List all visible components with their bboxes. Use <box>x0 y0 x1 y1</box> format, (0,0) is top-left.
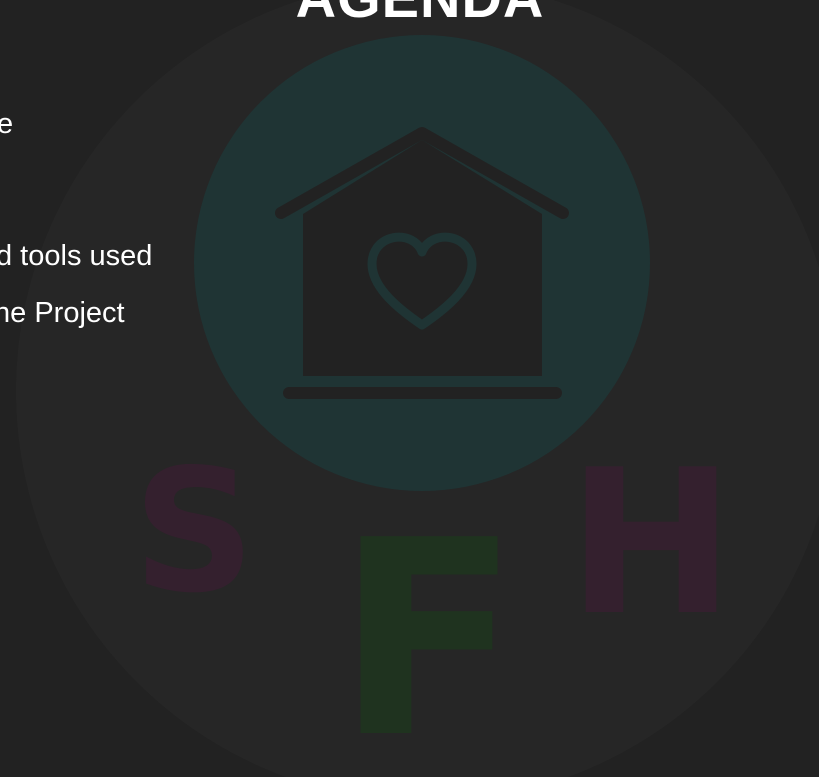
agenda-item: d tools used <box>0 240 153 272</box>
agenda-item: e <box>0 108 14 140</box>
slide-title: AGENDA <box>190 0 650 30</box>
logo-letter-f: F <box>336 482 520 777</box>
logo-letter-h: H <box>567 427 734 660</box>
logo-letter-s: S <box>133 433 255 631</box>
agenda-item: he Project <box>0 297 125 329</box>
logo: S F H <box>133 35 735 777</box>
slide: S F H AGENDA e d tools used he Project <box>0 0 819 777</box>
